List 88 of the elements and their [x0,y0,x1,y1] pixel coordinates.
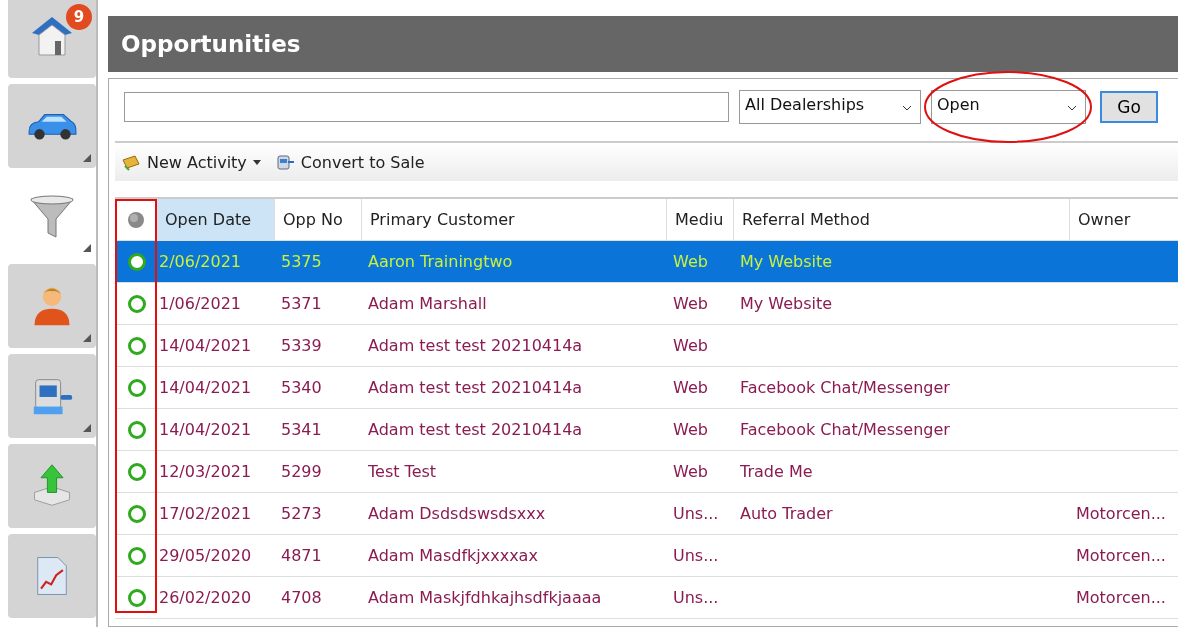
status-circle-icon [127,377,147,398]
table-cell: Adam test test 20210414a [368,420,583,439]
table-cell: 26/02/2020 [159,588,252,607]
table-row[interactable]: 12/03/2021 5299 Test Test Web Trade Me [115,451,1178,493]
sidebar-tile[interactable] [8,354,96,438]
toolbar-button[interactable]: Convert to Sale [274,152,425,172]
table-cell: 1/06/2021 [159,294,242,313]
table-cell: Auto Trader [740,504,833,523]
table-row[interactable]: 29/05/2020 4871 Adam Masdfkjxxxxax Uns... Motorcen... [115,535,1178,577]
column-header[interactable]: Mediu [667,199,734,240]
page-title: Opportunities [121,31,301,57]
table-cell: Web [673,462,708,481]
status-circle-icon [127,545,147,566]
table-cell: Uns... [673,504,719,523]
table-row[interactable]: 26/02/2020 4708 Adam Maskjfdhkajhsdfkjaaaa Uns... Motorcen... [115,577,1178,619]
column-header[interactable]: Primary Customer [362,199,667,240]
sidebar-tile[interactable] [8,264,96,348]
table-cell: 4708 [281,588,322,607]
table-cell: Motorcen... [1076,504,1166,523]
column-header[interactable]: Owner [1070,199,1178,240]
chevron-down-icon [1067,105,1077,111]
table-row[interactable]: 1/06/2021 5371 Adam Marshall Web My Website [115,283,1178,325]
table-cell: 14/04/2021 [159,378,252,397]
go-button[interactable]: Go [1100,91,1158,123]
table-cell: Web [673,336,708,355]
sidebar-tile[interactable]: 9 [8,0,96,78]
status-circle-icon [127,293,147,314]
column-header[interactable]: Opp No [275,199,362,240]
table-cell: Web [673,294,708,313]
table-cell: Adam Maskjfdhkajhsdfkjaaaa [368,588,602,607]
table-row[interactable]: 17/02/2021 5273 Adam Dsdsdswsdsxxx Uns... Auto Trader Motorcen... [115,493,1178,535]
table-cell: Aaron Trainingtwo [368,252,513,271]
table-cell: Trade Me [740,462,813,481]
status-circle-icon [127,251,147,272]
status-circle-icon [127,419,147,440]
table-cell: Web [673,378,708,397]
table-cell: Adam Marshall [368,294,487,313]
toolbar-button[interactable]: New Activity [121,152,261,172]
table-cell: 2/06/2021 [159,252,242,271]
status-circle-icon [127,503,147,524]
table-cell: Adam test test 20210414a [368,336,583,355]
table-cell: Facebook Chat/Messenger [740,378,950,397]
table-cell: 14/04/2021 [159,420,252,439]
table-cell: Motorcen... [1076,588,1166,607]
status-circle-icon [127,461,147,482]
table-row[interactable]: 14/04/2021 5340 Adam test test 20210414a Web Facebook Chat/Messenger [115,367,1178,409]
cash-register-icon [274,152,295,172]
table-row[interactable]: 14/04/2021 5341 Adam test test 20210414a Web Facebook Chat/Messenger [115,409,1178,451]
column-header[interactable]: Open Date [157,199,275,240]
status-header-icon[interactable] [125,209,146,230]
table-cell: 29/05/2020 [159,546,252,565]
table-cell: 5341 [281,420,322,439]
dealership-dropdown[interactable]: All Dealerships [739,90,921,124]
column-header[interactable]: Referral Method [734,199,1070,240]
table-row[interactable]: 14/04/2021 5339 Adam test test 20210414a Web [115,325,1178,367]
table-cell: My Website [740,252,833,271]
status-circle-icon [127,335,147,356]
table-cell: Adam Masdfkjxxxxax [368,546,538,565]
table-cell: 14/04/2021 [159,336,252,355]
table-cell: Adam Dsdsdswsdsxxx [368,504,546,523]
book-icon [121,152,141,172]
table-cell: 5339 [281,336,322,355]
table-cell: Web [673,420,708,439]
table-cell: Web [673,252,708,271]
table-cell: Facebook Chat/Messenger [740,420,950,439]
table-cell: Uns... [673,588,719,607]
table-cell: 17/02/2021 [159,504,252,523]
search-field[interactable] [124,92,729,122]
status-circle-icon [127,587,147,608]
status-dropdown[interactable]: Open [931,90,1086,124]
table-cell: My Website [740,294,833,313]
table-cell: 5371 [281,294,322,313]
table-row[interactable]: 2/06/2021 5375 Aaron Trainingtwo Web My Website [115,241,1178,283]
table-cell: 5299 [281,462,322,481]
table-cell: 4871 [281,546,322,565]
table-cell: 5340 [281,378,322,397]
table-cell: 5273 [281,504,322,523]
sidebar-tile[interactable] [8,444,96,528]
notification-badge: 9 [66,4,92,30]
table-cell: Motorcen... [1076,546,1166,565]
chevron-down-icon [902,105,912,111]
table-cell: 5375 [281,252,322,271]
table-cell: 12/03/2021 [159,462,252,481]
table-cell: Uns... [673,546,719,565]
table-cell: Test Test [368,462,437,481]
table-cell: Adam test test 20210414a [368,378,583,397]
sidebar-tile[interactable] [8,84,96,168]
sidebar-tile[interactable] [8,534,96,618]
